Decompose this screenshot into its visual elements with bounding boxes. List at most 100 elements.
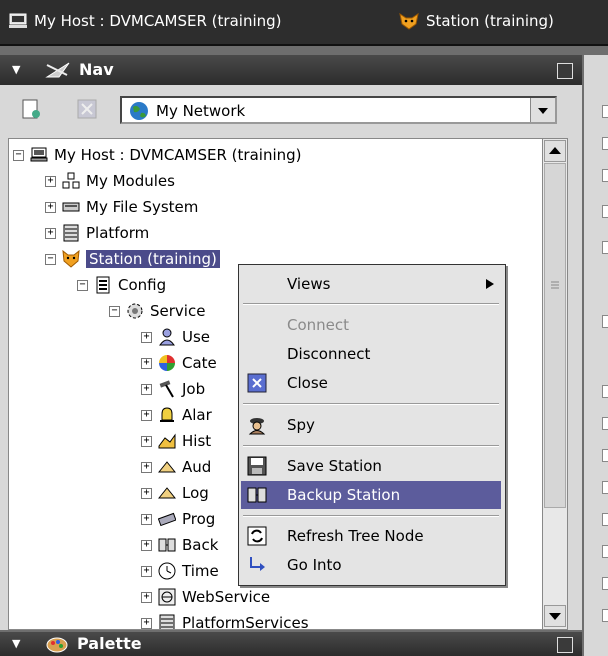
menu-item-connect[interactable]: Connect	[241, 311, 501, 339]
context-menu: Views Connect Disconnect Close Spy Save …	[238, 264, 506, 586]
expand-toggle[interactable]: +	[141, 461, 152, 473]
gears-icon	[127, 303, 143, 319]
config-icon	[96, 276, 110, 294]
color-wheel-icon	[159, 355, 175, 371]
menu-item-close[interactable]: Close	[241, 369, 501, 397]
tree-node-services[interactable]: − Service	[109, 299, 205, 323]
tree-node-log[interactable]: + Log	[141, 481, 209, 505]
tree-scrollbar[interactable]	[542, 138, 568, 630]
close-icon	[247, 373, 267, 393]
tree-label: Job	[182, 380, 206, 398]
tree-node-jobs[interactable]: + Job	[141, 377, 205, 401]
expand-toggle[interactable]: +	[45, 175, 56, 187]
submenu-arrow-icon	[486, 279, 494, 289]
menu-item-refresh[interactable]: Refresh Tree Node	[241, 522, 501, 550]
tree-label: Log	[182, 484, 209, 502]
tree-label: Config	[118, 276, 167, 294]
new-document-icon[interactable]	[20, 98, 42, 120]
collapse-toggle[interactable]: −	[45, 253, 56, 265]
expand-toggle[interactable]: +	[141, 513, 152, 525]
tree-label: Aud	[182, 458, 212, 476]
side-panel-edge	[584, 55, 608, 656]
tree-node-alarms[interactable]: + Alar	[141, 403, 212, 427]
expand-toggle[interactable]: +	[45, 227, 56, 239]
computer-icon	[30, 147, 48, 162]
breadcrumb-bar: My Host : DVMCAMSER (training) Station (…	[0, 0, 608, 46]
tree-node-categories[interactable]: + Cate	[141, 351, 217, 375]
expand-toggle[interactable]: +	[141, 539, 152, 551]
menu-item-views[interactable]: Views	[241, 270, 501, 298]
tree-node-host[interactable]: − My Host : DVMCAMSER (training)	[13, 143, 302, 167]
expand-toggle[interactable]: +	[141, 331, 152, 343]
fox-station-icon	[399, 12, 419, 30]
network-select[interactable]: My Network	[120, 96, 557, 124]
expand-toggle[interactable]: +	[141, 565, 152, 577]
breadcrumb-station-label: Station (training)	[426, 12, 554, 30]
tree-node-history[interactable]: + Hist	[141, 429, 211, 453]
palette-panel-title: Palette	[77, 634, 142, 653]
expand-toggle[interactable]: +	[45, 201, 56, 213]
audit-icon	[158, 461, 176, 473]
backup-icon	[158, 538, 176, 552]
modules-icon	[62, 172, 80, 189]
tree-node-platform[interactable]: + Platform	[45, 221, 149, 245]
breadcrumb-station[interactable]: Station (training)	[398, 12, 554, 30]
backup-icon	[247, 487, 267, 503]
tree-node-webservice[interactable]: + WebService	[141, 585, 270, 609]
nav-panel-header: ▼ Nav	[0, 55, 582, 85]
scroll-down-icon[interactable]	[544, 605, 566, 627]
dropdown-arrow-icon[interactable]	[530, 98, 555, 122]
tree-node-filesystem[interactable]: + My File System	[45, 195, 198, 219]
tree-node-modules[interactable]: + My Modules	[45, 169, 175, 193]
tree-node-time[interactable]: + Time	[141, 559, 219, 583]
collapse-chevron-icon[interactable]: ▼	[12, 63, 20, 76]
tree-label: My File System	[86, 198, 199, 216]
expand-toggle[interactable]: +	[141, 357, 152, 369]
menu-item-spy[interactable]: Spy	[241, 411, 501, 439]
history-icon	[158, 433, 176, 449]
tree-node-backup[interactable]: + Back	[141, 533, 218, 557]
nav-compass-icon	[45, 62, 70, 77]
expand-toggle[interactable]: +	[141, 617, 152, 629]
tree-node-config[interactable]: − Config	[77, 273, 166, 297]
save-disk-icon	[247, 456, 267, 476]
menu-item-go-into[interactable]: Go Into	[241, 551, 501, 579]
webservice-icon	[158, 588, 176, 606]
collapse-chevron-icon[interactable]: ▼	[12, 637, 20, 650]
expand-toggle[interactable]: +	[141, 591, 152, 603]
maximize-nav-icon[interactable]	[557, 63, 573, 79]
computer-icon	[9, 13, 27, 28]
collapse-toggle[interactable]: −	[109, 305, 120, 317]
scroll-up-icon[interactable]	[544, 140, 566, 162]
tree-label: Service	[150, 302, 206, 320]
go-into-arrow-icon	[250, 557, 265, 571]
expand-toggle[interactable]: +	[141, 435, 152, 447]
spy-icon	[248, 418, 266, 435]
menu-item-save-station[interactable]: Save Station	[241, 452, 501, 480]
collapse-toggle[interactable]: −	[13, 149, 24, 161]
breadcrumb-host-label: My Host : DVMCAMSER (training)	[34, 12, 282, 30]
close-disabled-icon[interactable]	[76, 98, 98, 120]
menu-item-backup-station[interactable]: Backup Station	[241, 481, 501, 509]
menu-item-disconnect[interactable]: Disconnect	[241, 340, 501, 368]
bell-icon	[160, 407, 174, 422]
log-icon	[158, 487, 176, 499]
refresh-icon	[247, 526, 267, 546]
tree-node-users[interactable]: + Use	[141, 325, 210, 349]
scrollbar-thumb[interactable]	[544, 163, 566, 508]
palette-panel-header: ▼ Palette	[0, 632, 582, 656]
maximize-palette-icon[interactable]	[557, 637, 573, 653]
tree-node-platformservices[interactable]: + PlatformServices	[141, 611, 309, 629]
tree-label: Cate	[182, 354, 217, 372]
breadcrumb-host[interactable]: My Host : DVMCAMSER (training)	[8, 12, 282, 30]
tree-node-programs[interactable]: + Prog	[141, 507, 215, 531]
tree-label: Use	[182, 328, 211, 346]
expand-toggle[interactable]: +	[141, 409, 152, 421]
expand-toggle[interactable]: +	[141, 487, 152, 499]
tree-node-audit[interactable]: + Aud	[141, 455, 211, 479]
platform-icon	[63, 224, 79, 242]
tree-node-station[interactable]: − Station (training)	[45, 247, 220, 271]
expand-toggle[interactable]: +	[141, 383, 152, 395]
collapse-toggle[interactable]: −	[77, 279, 88, 291]
platform-icon	[159, 614, 175, 629]
